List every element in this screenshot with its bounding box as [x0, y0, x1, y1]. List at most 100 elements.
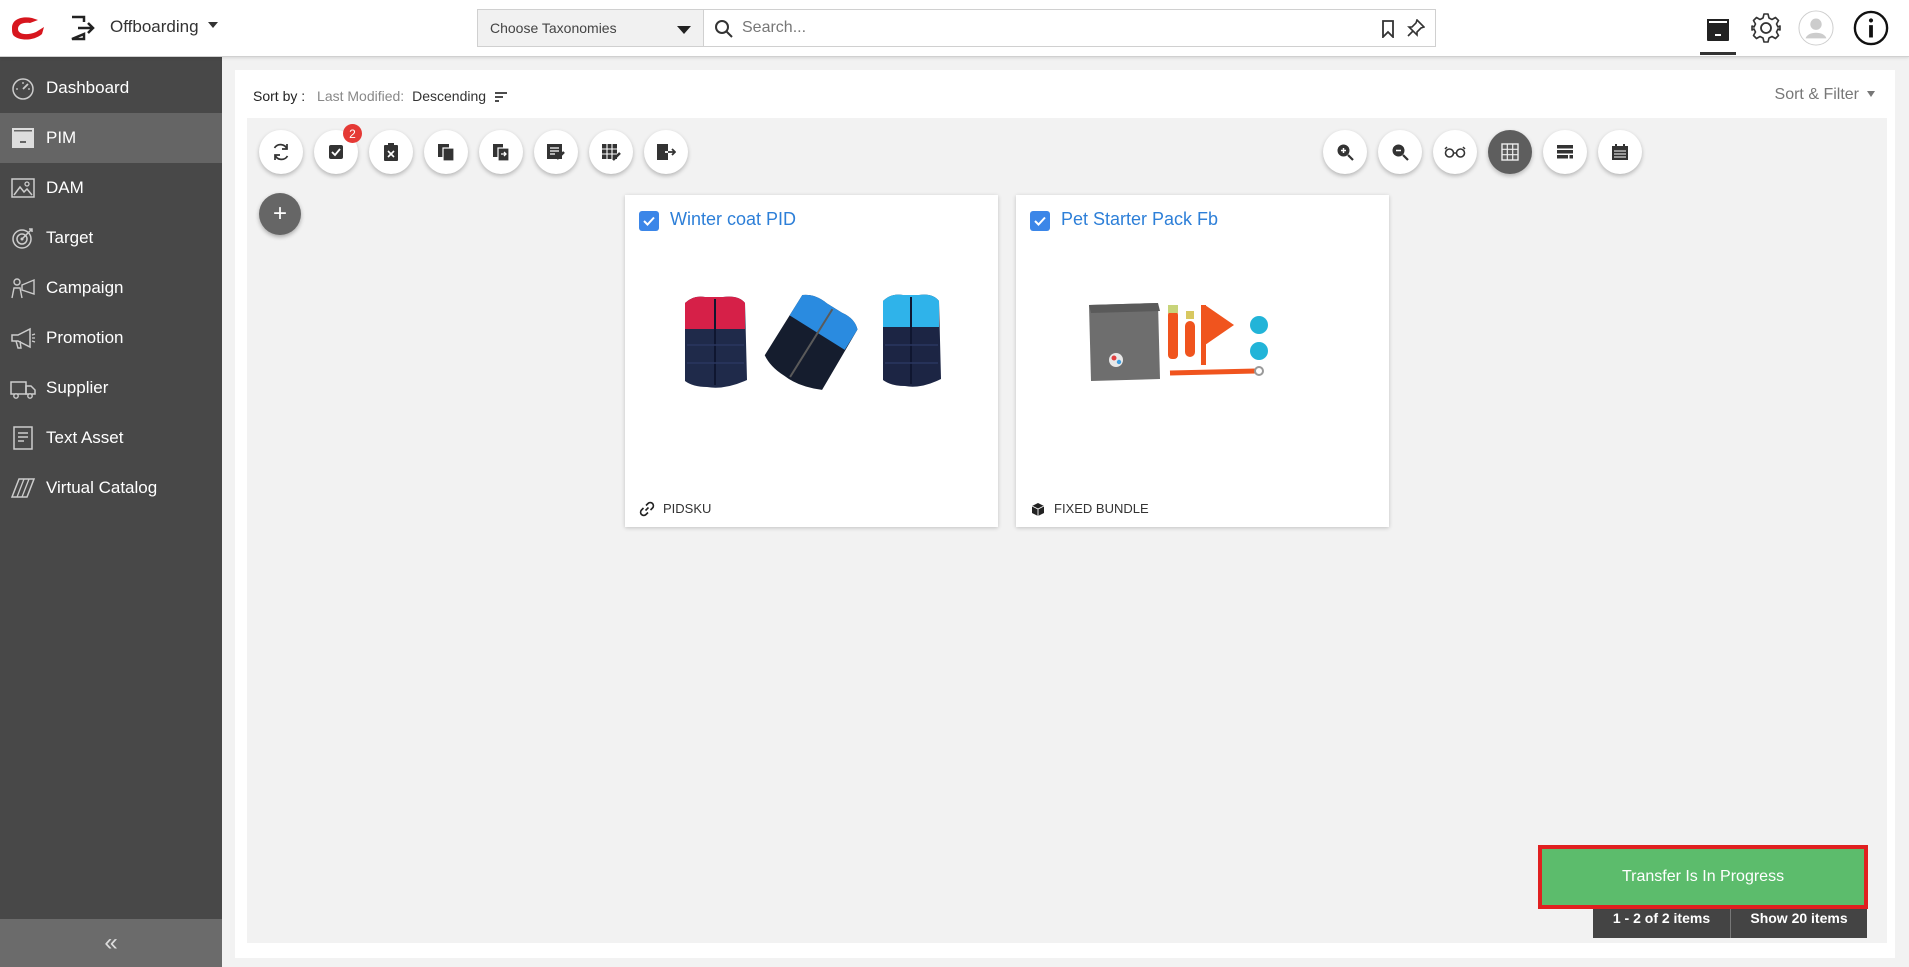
sidebar-item-label: Dashboard [46, 78, 130, 97]
double-chevron-left-icon: « [104, 929, 118, 956]
zoom-in-button[interactable] [1323, 130, 1367, 174]
export-icon [657, 144, 676, 160]
sidebar-item-supplier[interactable]: Supplier [0, 363, 222, 413]
image-icon [11, 178, 35, 198]
checkbox-icon [329, 145, 343, 159]
collapse-sidebar-button[interactable]: « [0, 919, 222, 967]
catalog-icon [10, 478, 36, 498]
pin-icon[interactable] [1407, 19, 1425, 37]
sidebar-item-dam[interactable]: DAM [0, 163, 222, 213]
user-avatar-icon[interactable] [1798, 10, 1834, 46]
sidebar-item-promotion[interactable]: Promotion [0, 313, 222, 363]
refresh-button[interactable] [259, 130, 303, 174]
product-type: PIDSKU [663, 501, 712, 516]
product-type: FIXED BUNDLE [1054, 501, 1149, 516]
sort-order[interactable]: Descending [412, 88, 486, 104]
sidebar-item-label: Virtual Catalog [46, 478, 158, 497]
search-bar: Choose Taxonomies [477, 9, 1436, 47]
sidebar-item-label: Target [46, 228, 94, 247]
sort-filter-toggle[interactable]: Sort & Filter [1775, 86, 1875, 104]
zoom-out-button[interactable] [1378, 130, 1422, 174]
sort-order-icon[interactable] [494, 90, 508, 104]
calendar-icon [1612, 144, 1628, 160]
module-selector[interactable]: Offboarding [110, 17, 199, 37]
taxonomy-select[interactable]: Choose Taxonomies [478, 10, 704, 46]
sidebar-item-label: Campaign [46, 278, 124, 297]
sort-bar: Sort by : Last Modified: Descending [253, 88, 508, 104]
sidebar-item-campaign[interactable]: Campaign [0, 263, 222, 313]
product-image[interactable] [665, 265, 958, 415]
selected-count-badge: 2 [343, 124, 362, 143]
sidebar-item-label: Text Asset [46, 428, 124, 447]
bulk-edit-button[interactable] [589, 130, 633, 174]
check-icon [643, 216, 655, 226]
info-icon[interactable] [1853, 10, 1889, 46]
document-transfer-icon [493, 144, 510, 161]
toast-message: Transfer Is In Progress [1621, 868, 1785, 885]
exit-module-icon[interactable] [67, 13, 97, 43]
link-icon [639, 501, 655, 517]
sidebar-item-virtual-catalog[interactable]: Virtual Catalog [0, 463, 222, 513]
megaphone-icon [11, 327, 36, 349]
box-icon [1031, 503, 1045, 516]
zoom-in-icon [1337, 144, 1354, 161]
caret-down-icon [1867, 91, 1875, 97]
gear-icon[interactable] [1748, 10, 1784, 46]
calendar-view-button[interactable] [1598, 130, 1642, 174]
campaign-icon [11, 278, 35, 299]
target-icon [12, 228, 33, 249]
sidebar-item-label: DAM [46, 178, 84, 197]
plus-icon: + [272, 200, 287, 227]
sort-filter-label: Sort & Filter [1774, 86, 1859, 103]
glasses-icon [1444, 146, 1466, 158]
pim-icon [12, 128, 34, 148]
logo-icon[interactable] [8, 14, 48, 42]
copy-button[interactable] [424, 130, 468, 174]
select-all-button[interactable]: 2 [314, 124, 362, 174]
product-card[interactable]: Winter coat PID PIDSKU [625, 195, 998, 527]
list-view-button[interactable] [1543, 130, 1587, 174]
add-product-button[interactable]: + [259, 193, 301, 235]
edit-button[interactable] [534, 130, 578, 174]
clear-selection-button[interactable] [369, 130, 413, 174]
archive-icon[interactable] [1700, 8, 1736, 55]
sidebar: Dashboard PIM DAM Target Campaign Promot… [0, 57, 222, 967]
sidebar-item-dashboard[interactable]: Dashboard [0, 63, 222, 113]
sidebar-item-label: PIM [46, 128, 77, 147]
bookmark-icon[interactable] [1381, 20, 1395, 38]
product-grid-area: 2 + Winter coat PID PIDSKU Pet Starter P… [247, 118, 1887, 943]
product-card[interactable]: Pet Starter Pack Fb FIXED BUNDLE [1016, 195, 1389, 527]
sidebar-item-label: Supplier [46, 378, 109, 397]
top-bar: Offboarding Choose Taxonomies [0, 0, 1909, 57]
sidebar-item-target[interactable]: Target [0, 213, 222, 263]
grid-icon [1501, 143, 1519, 161]
transfer-button[interactable] [479, 130, 523, 174]
chevron-down-icon [677, 26, 691, 34]
module-dropdown-icon[interactable] [208, 22, 218, 28]
product-name[interactable]: Pet Starter Pack Fb [1061, 209, 1218, 230]
search-icon[interactable] [714, 19, 734, 39]
zoom-out-icon [1392, 144, 1409, 161]
dashboard-icon [12, 78, 34, 100]
check-icon [1034, 216, 1046, 226]
truck-icon [10, 381, 36, 399]
edit-list-icon [547, 144, 565, 160]
clipboard-remove-icon [384, 143, 398, 161]
list-view-icon [1557, 145, 1573, 159]
refresh-icon [273, 143, 289, 161]
export-button[interactable] [644, 130, 688, 174]
product-checkbox[interactable] [639, 211, 659, 231]
sort-label: Sort by : [253, 88, 306, 104]
grid-view-button[interactable] [1488, 130, 1532, 174]
product-name[interactable]: Winter coat PID [670, 209, 796, 230]
sort-field[interactable]: Last Modified: [317, 88, 404, 104]
transfer-progress-toast: Transfer Is In Progress [1538, 845, 1868, 909]
preview-button[interactable] [1433, 130, 1477, 174]
taxonomy-select-label: Choose Taxonomies [490, 20, 617, 36]
product-image[interactable] [1056, 265, 1349, 415]
copy-icon [438, 144, 455, 161]
sidebar-item-text-asset[interactable]: Text Asset [0, 413, 222, 463]
search-input[interactable] [742, 14, 1342, 42]
product-checkbox[interactable] [1030, 211, 1050, 231]
sidebar-item-pim[interactable]: PIM [0, 113, 222, 163]
